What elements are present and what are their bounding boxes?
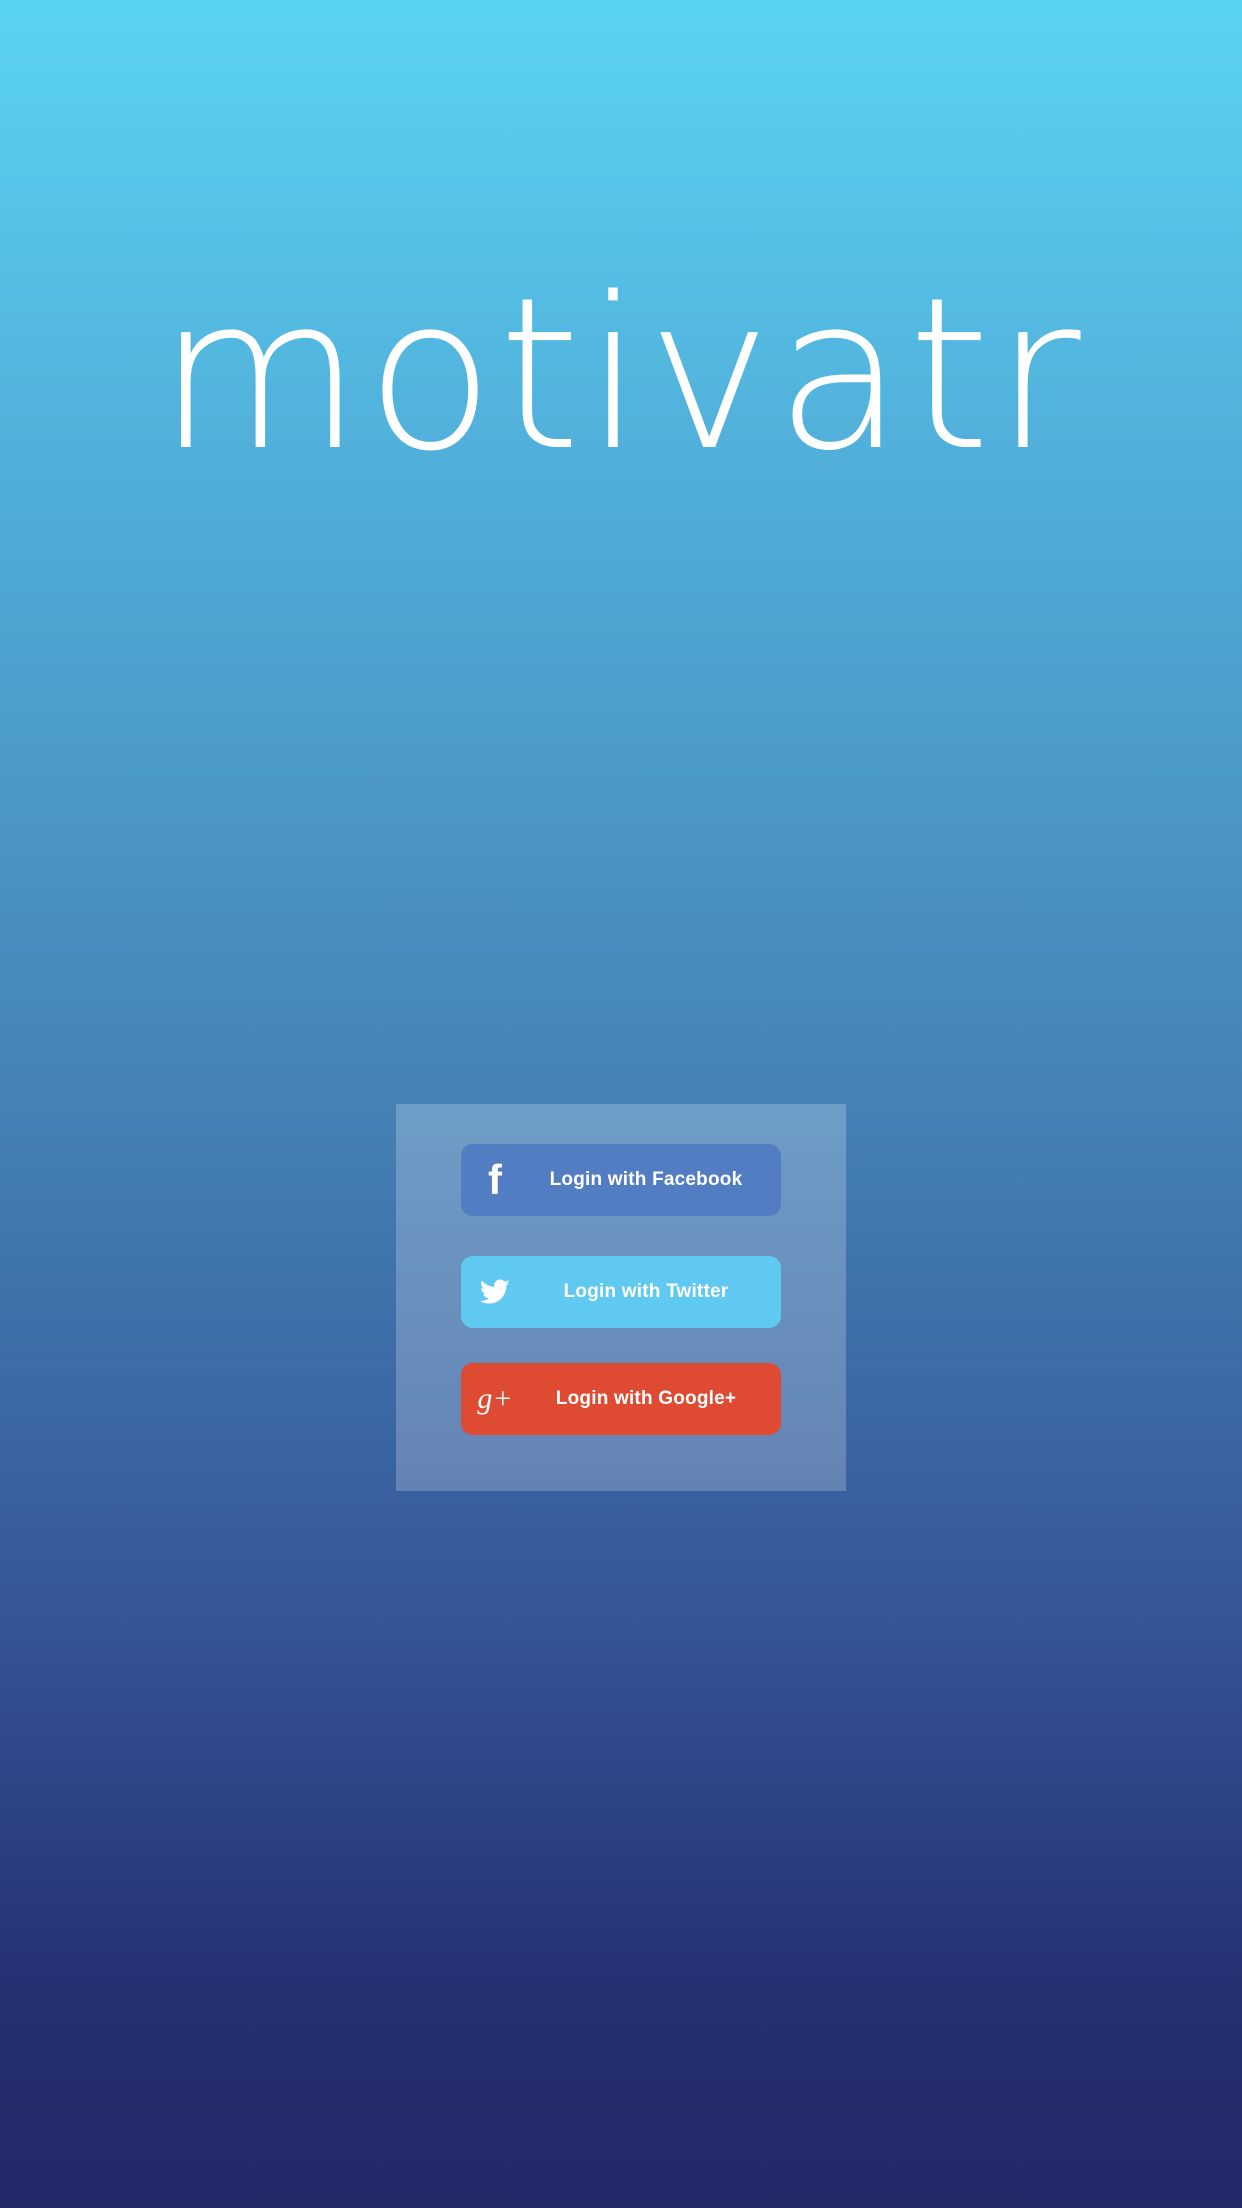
google-plus-icon: g+: [477, 1382, 513, 1415]
login-google-button[interactable]: g+ Login with Google+: [461, 1363, 781, 1435]
login-twitter-button[interactable]: Login with Twitter: [461, 1256, 781, 1328]
login-panel: f Login with Facebook Login with Twitter…: [396, 1104, 846, 1491]
login-twitter-label: Login with Twitter: [563, 1281, 729, 1302]
twitter-icon: [475, 1272, 515, 1312]
login-facebook-label: Login with Facebook: [549, 1169, 743, 1190]
login-google-label: Login with Google+: [555, 1388, 737, 1409]
facebook-icon: f: [488, 1156, 502, 1203]
login-facebook-button[interactable]: f Login with Facebook: [461, 1144, 781, 1216]
app-logo-title: motivatr: [157, 252, 1085, 497]
